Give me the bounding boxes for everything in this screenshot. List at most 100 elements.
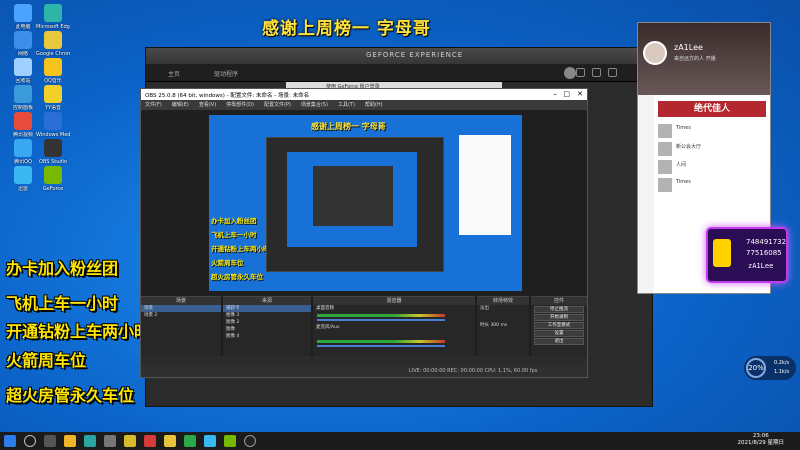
- desktop-icon[interactable]: 腾讯视频: [6, 112, 40, 138]
- gear-icon[interactable]: [608, 68, 617, 77]
- windows-start-icon[interactable]: [4, 435, 16, 447]
- minimize-icon[interactable]: –: [554, 90, 558, 98]
- desktop-icon[interactable]: Microsoft Edge: [36, 4, 70, 30]
- gfe-tab-home[interactable]: 主页: [168, 69, 180, 78]
- desktop-icon[interactable]: QQ音乐: [36, 58, 70, 84]
- system-monitor-widget[interactable]: 20% 0.2k/s 1.1k/s: [744, 356, 796, 380]
- menu-edit[interactable]: 编辑(E): [172, 101, 189, 109]
- desktop-icon-label: QQ音乐: [44, 78, 62, 84]
- source-item[interactable]: 捕获卡: [223, 305, 311, 312]
- scene-item[interactable]: 场景: [141, 305, 221, 312]
- app-icon: [44, 139, 62, 157]
- stop-streaming-button[interactable]: 停止推流: [534, 306, 584, 313]
- source-item[interactable]: 图像: [223, 326, 311, 333]
- app-icon: [44, 112, 62, 130]
- gfe-tab-drivers[interactable]: 驱动程序: [214, 69, 238, 78]
- preview-screen: 感谢上周榜一 字母哥 办卡加入粉丝团 飞机上车一小时 开通钻粉上车两小时 火箭周…: [209, 115, 522, 291]
- desktop-icon[interactable]: 网络: [6, 31, 40, 57]
- promo-line-3: 开通钻粉上车两小时: [6, 322, 151, 341]
- search-icon[interactable]: [24, 435, 36, 447]
- thumbnail: [658, 160, 672, 174]
- share-icon[interactable]: [576, 68, 585, 77]
- yy-username: zA1Lee: [674, 43, 703, 52]
- wechat-icon[interactable]: [184, 435, 196, 447]
- contact-username: zA1Lee: [748, 262, 774, 270]
- studio-mode-button[interactable]: 工作室模式: [534, 322, 584, 329]
- menu-tools[interactable]: 工具(T): [338, 101, 355, 109]
- list-item[interactable]: Times: [658, 177, 766, 193]
- app-icon: [14, 112, 32, 130]
- notification-icon[interactable]: [592, 68, 601, 77]
- store-icon[interactable]: [104, 435, 116, 447]
- desktop-icon[interactable]: Google Chrome: [36, 31, 70, 57]
- desktop-icon[interactable]: GeForce: [36, 166, 70, 192]
- list-item[interactable]: Times: [658, 123, 766, 139]
- yy-profile-header: zA1Lee 来自远方的人 开播: [638, 23, 770, 95]
- transition-duration-field[interactable]: 300 ms: [490, 323, 507, 328]
- menu-profile[interactable]: 配置文件(P): [264, 101, 291, 109]
- source-item[interactable]: 图像 2: [223, 319, 311, 326]
- menu-scene-collection[interactable]: 场景集合(S): [301, 101, 328, 109]
- dock-controls: 控件 停止推流 开始录制 工作室模式 设置 退出: [531, 296, 587, 356]
- taskbar-clock[interactable]: 23:06 2021/8/29 星期日: [738, 433, 784, 447]
- volume-slider[interactable]: [317, 345, 445, 347]
- menu-docks[interactable]: 停靠部件(D): [226, 101, 254, 109]
- avatar[interactable]: [643, 41, 667, 65]
- desktop-icon[interactable]: 回收站: [6, 58, 40, 84]
- qq-icon[interactable]: [204, 435, 216, 447]
- yy-promo-banner[interactable]: 绝代佳人: [658, 101, 766, 117]
- source-item[interactable]: 图像 3: [223, 312, 311, 319]
- gfe-titlebar: GEFORCE EXPERIENCE: [146, 48, 652, 64]
- desktop-icon[interactable]: 迅雷: [6, 166, 40, 192]
- settings-button[interactable]: 设置: [534, 330, 584, 337]
- preview-nested-window: [266, 137, 444, 272]
- obs-status-bar: LIVE: 00:00:00 REC: 00:00:00 CPU: 1.1%, …: [141, 365, 587, 377]
- obs-window[interactable]: OBS 25.0.8 (64 bit, windows) - 配置文件: 未命名…: [140, 88, 588, 378]
- promo-line-5: 超火房管永久车位: [6, 386, 135, 405]
- exit-button[interactable]: 退出: [534, 338, 584, 345]
- close-icon[interactable]: ✕: [577, 90, 583, 98]
- gfe-brand: GEFORCE EXPERIENCE: [366, 51, 464, 59]
- desktop-icon[interactable]: YY语音: [36, 85, 70, 111]
- dock-controls-header: 控件: [531, 297, 587, 305]
- list-item[interactable]: 新公会大厅: [658, 141, 766, 157]
- app-icon: [44, 166, 62, 184]
- menu-file[interactable]: 文件(F): [145, 101, 162, 109]
- volume-slider[interactable]: [317, 319, 445, 321]
- desktop-icon-label: 此电脑: [15, 24, 31, 30]
- avatar[interactable]: [564, 67, 576, 79]
- list-item-title: 人间: [676, 162, 687, 168]
- list-item-title: 新公会大厅: [676, 144, 702, 150]
- yy-icon[interactable]: [164, 435, 176, 447]
- edge-icon[interactable]: [84, 435, 96, 447]
- list-item[interactable]: 人间: [658, 159, 766, 175]
- maximize-icon[interactable]: □: [563, 90, 570, 98]
- list-item-title: Times: [676, 125, 691, 131]
- desktop-icon[interactable]: OBS Studio: [36, 139, 70, 165]
- source-item[interactable]: 图像 4: [223, 333, 311, 340]
- desktop: 此电脑 Microsoft Edge 网络 Google Chrome 回收站 QQ音乐控…: [0, 0, 800, 432]
- download-speed: 1.1k/s: [774, 369, 790, 375]
- desktop-icon[interactable]: 此电脑: [6, 4, 40, 30]
- menu-help[interactable]: 帮助(H): [365, 101, 383, 109]
- chrome-icon[interactable]: [124, 435, 136, 447]
- menu-view[interactable]: 查看(V): [199, 101, 216, 109]
- desktop-icon[interactable]: Windows Media: [36, 112, 70, 138]
- netease-icon[interactable]: [144, 435, 156, 447]
- preview-promo-4: 火箭周车位: [211, 259, 244, 267]
- start-recording-button[interactable]: 开始录制: [534, 314, 584, 321]
- obs-icon[interactable]: [244, 435, 256, 447]
- geforce-icon[interactable]: [224, 435, 236, 447]
- scene-item[interactable]: 场景 2: [141, 312, 221, 319]
- app-icon: [14, 166, 32, 184]
- transition-select[interactable]: 淡出: [477, 305, 529, 312]
- desktop-icon-label: YY语音: [44, 105, 62, 111]
- clock-time: 23:06: [752, 433, 769, 439]
- obs-preview-area[interactable]: 感谢上周榜一 字母哥 办卡加入粉丝团 飞机上车一小时 开通钻粉上车两小时 火箭周…: [141, 110, 587, 296]
- desktop-icon[interactable]: 腾讯QQ: [6, 139, 40, 165]
- task-view-icon[interactable]: [44, 435, 56, 447]
- file-explorer-icon[interactable]: [64, 435, 76, 447]
- desktop-icon-label: 腾讯QQ: [14, 159, 32, 165]
- desktop-icon[interactable]: 控制面板: [6, 85, 40, 111]
- preview-nested-window-2: [313, 166, 393, 226]
